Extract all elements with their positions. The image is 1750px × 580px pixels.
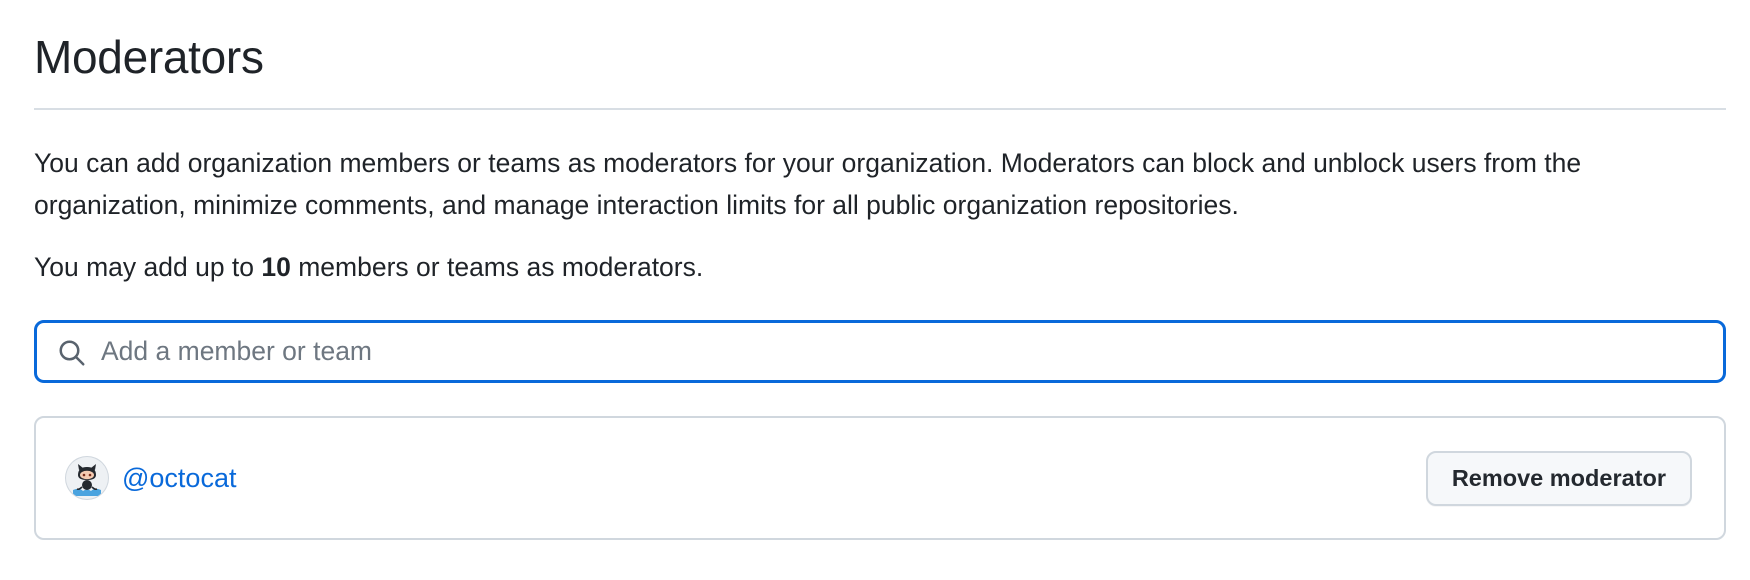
limit-prefix: You may add up to (34, 252, 262, 282)
moderators-description: You can add organization members or team… (34, 148, 1582, 220)
list-item: @octocat Remove moderator (36, 418, 1724, 538)
add-moderator-search[interactable] (34, 320, 1726, 383)
moderators-list: @octocat Remove moderator (34, 416, 1726, 540)
remove-moderator-button[interactable]: Remove moderator (1425, 450, 1692, 506)
limit-suffix: members or teams as moderators. (290, 252, 704, 282)
page-title: Moderators (34, 31, 264, 83)
limit-count: 10 (261, 252, 291, 282)
title-divider (34, 108, 1726, 110)
moderator-username-link[interactable]: @octocat (122, 463, 236, 494)
avatar[interactable] (66, 457, 108, 499)
search-input[interactable] (101, 326, 1681, 377)
octocat-icon (73, 464, 101, 496)
search-icon (55, 336, 89, 370)
moderator-limit-text: You may add up to 10 members or teams as… (34, 246, 703, 288)
